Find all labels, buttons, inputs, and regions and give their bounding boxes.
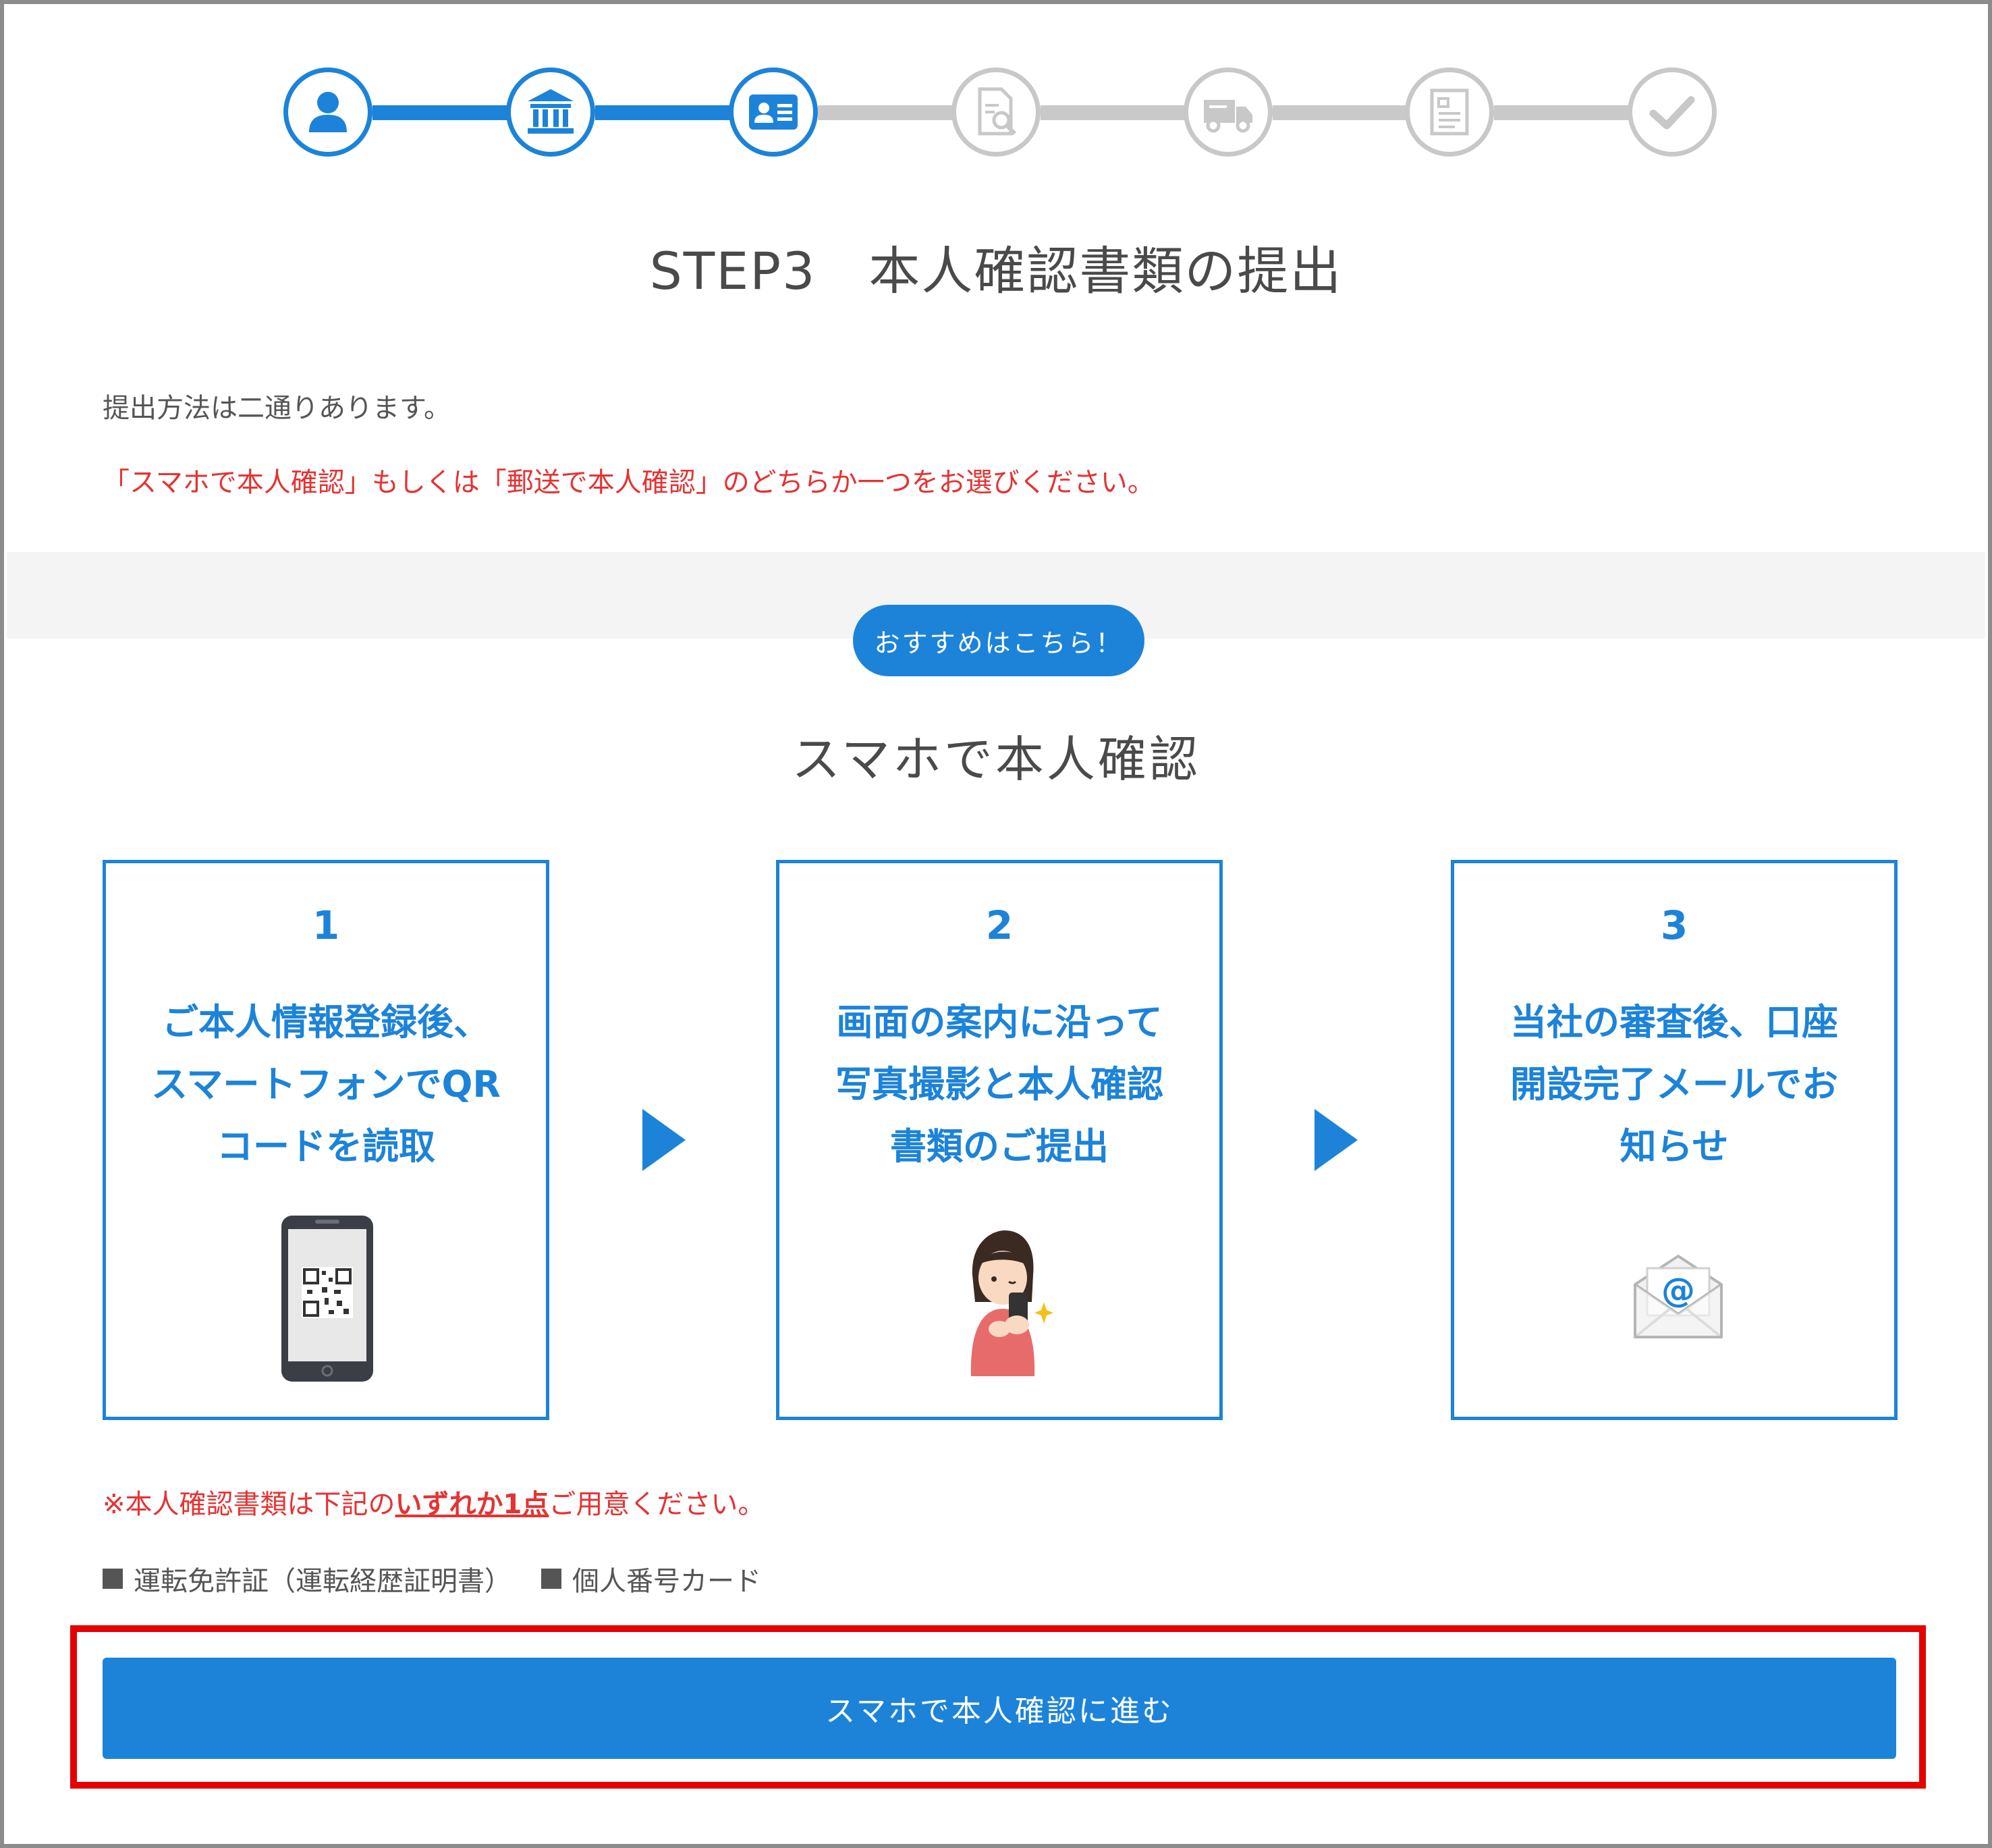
- step-connector: [595, 105, 730, 120]
- recommend-badge: おすすめはこちら！: [853, 605, 1144, 676]
- checkmark-icon: [1649, 96, 1695, 130]
- step-1-profile: [283, 67, 372, 157]
- step-connector: [1494, 105, 1634, 120]
- step-3-id-document: [729, 67, 818, 157]
- card-number: 3: [1660, 902, 1688, 948]
- delivery-truck-icon: [1204, 100, 1252, 133]
- svg-text:@: @: [1661, 1271, 1695, 1310]
- arrow-right-icon: [642, 1109, 686, 1171]
- note-emphasis: いずれか1点: [395, 1489, 549, 1520]
- card-number: 1: [312, 902, 340, 948]
- card-description: ご本人情報登録後、 スマートフォンでQR コードを読取: [151, 1001, 501, 1168]
- step-5-delivery: [1184, 67, 1273, 157]
- process-card-1: 1 ご本人情報登録後、 スマートフォンでQR コードを読取: [103, 860, 549, 1420]
- step-connector: [1273, 105, 1406, 120]
- intro-instruction: 「スマホで本人確認」もしくは「郵送で本人確認」のどちらか一つをお選びください。: [103, 467, 1155, 498]
- step-connector: [372, 105, 507, 120]
- step-4-review: [951, 67, 1041, 157]
- square-bullet-icon: [103, 1569, 123, 1589]
- process-card-3: 3 当社の審査後、口座 開設完了メールでお 知らせ @: [1451, 860, 1898, 1420]
- card-description: 当社の審査後、口座 開設完了メールでお 知らせ: [1510, 1001, 1838, 1168]
- card-number: 2: [985, 902, 1014, 948]
- step-connector: [1041, 105, 1185, 120]
- page-title: STEP3 本人確認書類の提出: [649, 241, 1343, 301]
- smartphone-qr-icon: [281, 1216, 373, 1382]
- step-connector: [818, 105, 953, 120]
- proceed-smartphone-verification-button[interactable]: スマホで本人確認に進む: [103, 1658, 1896, 1759]
- id-card-icon: [749, 94, 798, 130]
- accepted-documents-list: 運転免許証（運転経歴証明書） 個人番号カード: [103, 1559, 761, 1598]
- document-icon: [1430, 88, 1469, 136]
- card-description: 画面の案内に沿って 写真撮影と本人確認 書類のご提出: [835, 1001, 1163, 1168]
- document-label: 個人番号カード: [572, 1566, 761, 1597]
- document-requirement-note: ※本人確認書類は下記のいずれか1点ご用意ください。: [103, 1482, 765, 1521]
- square-bullet-icon: [541, 1569, 561, 1589]
- woman-with-phone-icon: [970, 1230, 1053, 1376]
- list-item: 運転免許証（運転経歴証明書）: [103, 1559, 511, 1598]
- progress-stepper: [0, 0, 1992, 175]
- process-card-2: 2 画面の案内に沿って 写真撮影と本人確認 書類のご提出: [776, 860, 1223, 1420]
- bank-icon: [528, 89, 574, 134]
- note-prefix: ※本人確認書類は下記の: [103, 1489, 395, 1520]
- document-search-icon: [978, 87, 1017, 136]
- step-7-complete: [1628, 67, 1717, 157]
- step-2-bank: [506, 67, 595, 157]
- section-title: スマホで本人確認: [792, 731, 1200, 788]
- note-suffix: ご用意ください。: [549, 1489, 765, 1520]
- intro-text: 提出方法は二通りあります。: [103, 393, 451, 424]
- document-label: 運転免許証（運転経歴証明書）: [134, 1566, 511, 1597]
- email-envelope-icon: @: [1634, 1255, 1723, 1338]
- user-icon: [309, 92, 347, 132]
- arrow-right-icon: [1315, 1109, 1358, 1171]
- step-6-document: [1405, 67, 1494, 157]
- list-item: 個人番号カード: [541, 1559, 761, 1598]
